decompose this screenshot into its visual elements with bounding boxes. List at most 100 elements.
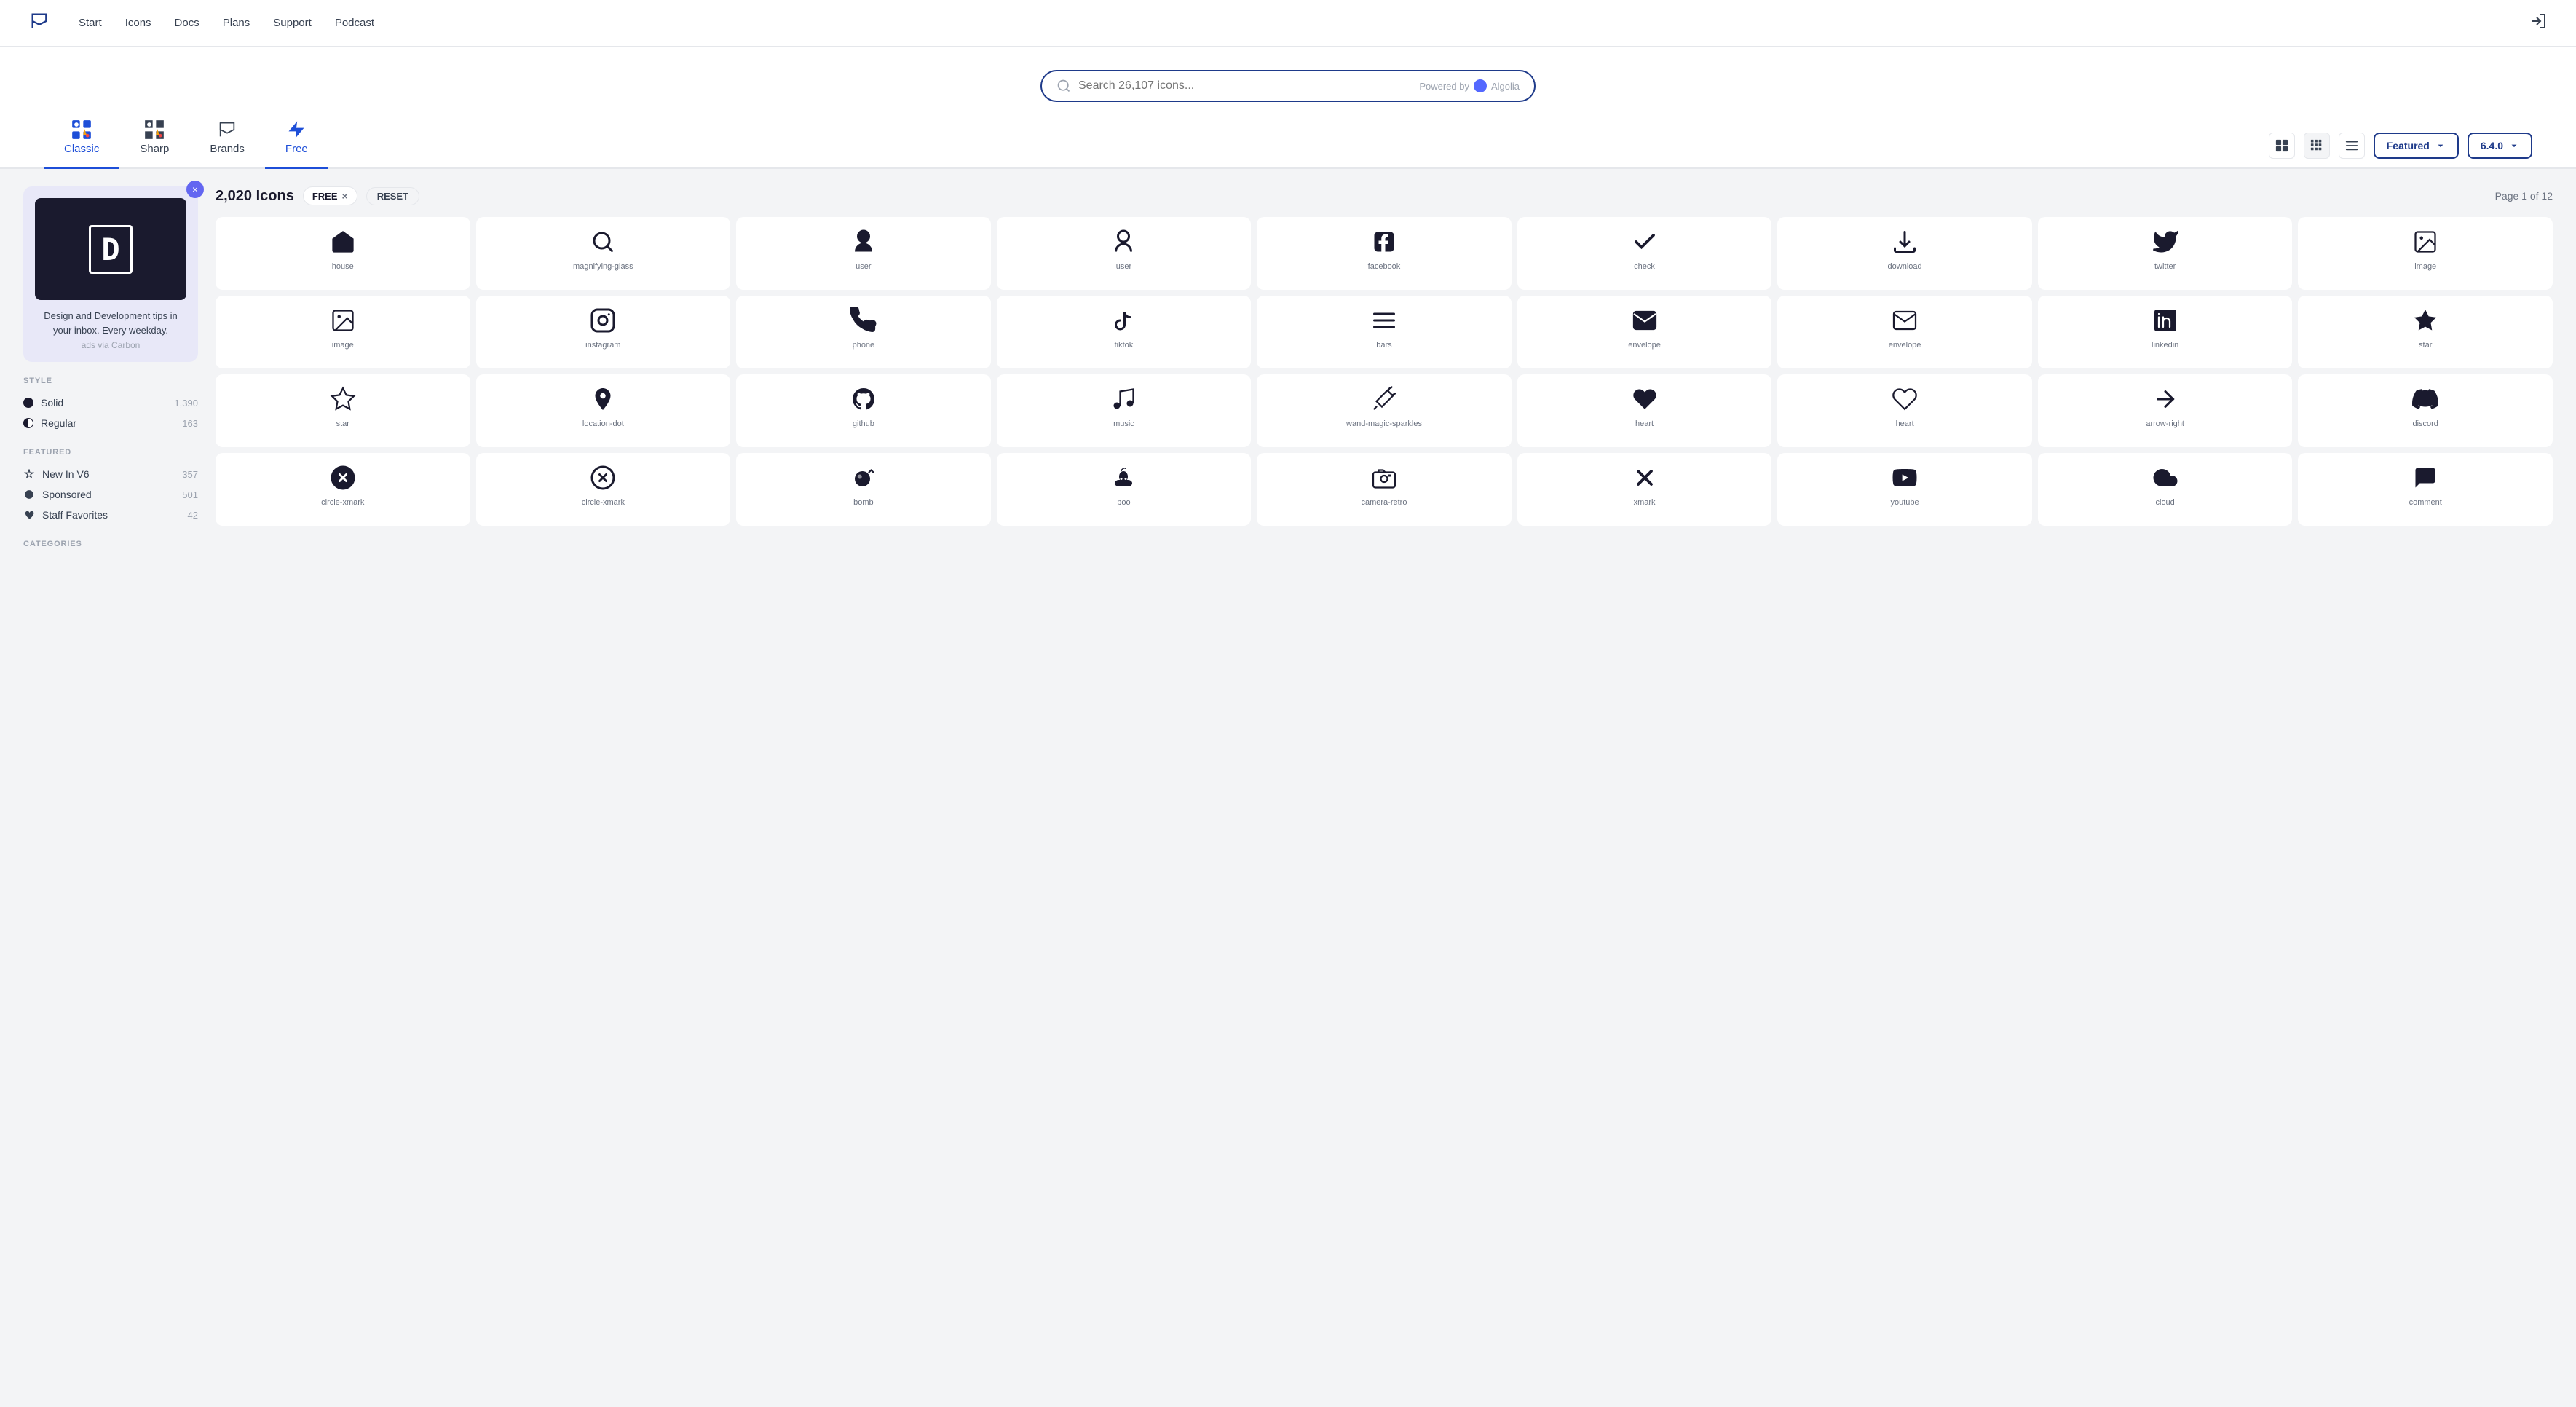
nav-login[interactable] [2529, 12, 2547, 34]
icon-card-house[interactable]: house [216, 217, 470, 290]
staff-favorites-icon [23, 509, 35, 521]
icon-label-check: check [1634, 262, 1655, 271]
icon-card-star-outline[interactable]: star [216, 374, 470, 447]
icon-card-heart-solid[interactable]: heart [1517, 374, 1772, 447]
icon-card-envelope[interactable]: envelope [1517, 296, 1772, 368]
icon-label-phone: phone [853, 341, 875, 350]
icon-card-arrow-right[interactable]: arrow-right [2038, 374, 2293, 447]
circle-xmark-icon [330, 465, 356, 491]
heart-solid-icon [1632, 386, 1658, 412]
ad-close-btn[interactable]: × [186, 181, 204, 198]
icon-label-discord: discord [2412, 419, 2438, 428]
sidebar-regular[interactable]: Regular 163 [23, 413, 198, 433]
search-icon [1056, 79, 1071, 93]
icon-card-cloud[interactable]: cloud [2038, 453, 2293, 526]
magnifying-glass-icon [590, 229, 616, 255]
nav-plans[interactable]: Plans [223, 17, 250, 29]
icons-header: 2,020 Icons FREE × RESET Page 1 of 12 [216, 186, 2553, 205]
icon-card-linkedin[interactable]: linkedin [2038, 296, 2293, 368]
download-icon [1892, 229, 1918, 255]
icon-card-user-solid[interactable]: user [736, 217, 991, 290]
version-dropdown-label: 6.4.0 [2481, 140, 2503, 151]
icon-card-circle-xmark[interactable]: circle-xmark [216, 453, 470, 526]
reset-btn[interactable]: RESET [366, 187, 419, 205]
icon-card-phone[interactable]: phone [736, 296, 991, 368]
icon-card-poo[interactable]: poo [997, 453, 1252, 526]
sharp-icon [144, 119, 165, 140]
icon-card-discord[interactable]: discord [2298, 374, 2553, 447]
view-grid-small-btn[interactable] [2304, 133, 2330, 159]
envelope-icon [1632, 307, 1658, 334]
star-outline-icon [330, 386, 356, 412]
icon-card-music[interactable]: music [997, 374, 1252, 447]
sponsored-icon [23, 489, 35, 500]
brands-icon [217, 119, 237, 140]
sidebar-staff-favorites[interactable]: Staff Favorites 42 [23, 505, 198, 525]
nav-podcast[interactable]: Podcast [335, 17, 374, 29]
icons-grid: house magnifying-glass user user faceboo… [216, 217, 2553, 526]
sidebar-featured-section: FEATURED New In V6 357 Sponsored 501 [23, 448, 198, 525]
icon-card-image[interactable]: image [2298, 217, 2553, 290]
logo[interactable] [29, 11, 50, 35]
ad-logo-text: D [89, 225, 132, 274]
view-list-btn[interactable] [2339, 133, 2365, 159]
icon-card-twitter[interactable]: twitter [2038, 217, 2293, 290]
icon-label-magnifying-glass: magnifying-glass [573, 262, 633, 271]
icon-card-image2[interactable]: image [216, 296, 470, 368]
icon-card-magnifying-glass[interactable]: magnifying-glass [476, 217, 731, 290]
version-dropdown-btn[interactable]: 6.4.0 [2468, 133, 2532, 159]
tab-sharp[interactable]: Sharp [119, 114, 189, 169]
search-input[interactable] [1078, 79, 1419, 92]
sort-chevron-icon [2435, 141, 2446, 151]
nav-icons[interactable]: Icons [125, 17, 151, 29]
icon-card-circle-xmark2[interactable]: circle-xmark [476, 453, 731, 526]
nav-support[interactable]: Support [273, 17, 312, 29]
sort-dropdown-btn[interactable]: Featured [2374, 133, 2459, 159]
icon-card-star-solid[interactable]: star [2298, 296, 2553, 368]
nav-start[interactable]: Start [79, 17, 102, 29]
icon-label-location-dot: location-dot [582, 419, 624, 428]
icon-card-github[interactable]: github [736, 374, 991, 447]
icon-card-bars[interactable]: bars [1257, 296, 1512, 368]
icon-card-xmark[interactable]: xmark [1517, 453, 1772, 526]
icon-label-twitter: twitter [2154, 262, 2176, 271]
filter-free-tag[interactable]: FREE × [303, 186, 357, 205]
sidebar-sponsored[interactable]: Sponsored 501 [23, 484, 198, 505]
sidebar-solid[interactable]: Solid 1,390 [23, 393, 198, 413]
icon-card-check[interactable]: check [1517, 217, 1772, 290]
icon-card-comment[interactable]: comment [2298, 453, 2553, 526]
icon-card-instagram[interactable]: instagram [476, 296, 731, 368]
sidebar-solid-label: Solid [41, 397, 63, 409]
sidebar-new-v6[interactable]: New In V6 357 [23, 464, 198, 484]
nav-docs[interactable]: Docs [175, 17, 199, 29]
icons-area: 2,020 Icons FREE × RESET Page 1 of 12 ho… [216, 186, 2553, 563]
icon-card-download[interactable]: download [1777, 217, 2032, 290]
icon-label-heart-outline: heart [1896, 419, 1914, 428]
icon-label-youtube: youtube [1891, 498, 1919, 507]
icon-card-bomb[interactable]: bomb [736, 453, 991, 526]
icon-card-envelope2[interactable]: envelope [1777, 296, 2032, 368]
icon-card-camera-retro[interactable]: camera-retro [1257, 453, 1512, 526]
icon-card-tiktok[interactable]: tiktok [997, 296, 1252, 368]
regular-dot [23, 418, 33, 428]
icon-card-youtube[interactable]: youtube [1777, 453, 2032, 526]
check-icon [1632, 229, 1658, 255]
icon-card-heart-outline[interactable]: heart [1777, 374, 2032, 447]
tab-classic[interactable]: Classic [44, 114, 119, 169]
icon-label-linkedin: linkedin [2152, 341, 2178, 350]
icon-label-github: github [853, 419, 874, 428]
view-grid-large-btn[interactable] [2269, 133, 2295, 159]
icon-label-star-outline: star [336, 419, 349, 428]
tab-free[interactable]: Free [265, 114, 328, 169]
sidebar-regular-label: Regular [41, 417, 76, 429]
icon-card-user-outline[interactable]: user [997, 217, 1252, 290]
icon-card-facebook[interactable]: facebook [1257, 217, 1512, 290]
new-v6-icon [23, 468, 35, 480]
icon-label-comment: comment [2409, 498, 2442, 507]
icon-label-bars: bars [1376, 341, 1391, 350]
tab-brands[interactable]: Brands [189, 114, 265, 169]
filter-free-remove[interactable]: × [342, 190, 348, 202]
envelope2-icon [1892, 307, 1918, 334]
icon-card-location-dot[interactable]: location-dot [476, 374, 731, 447]
icon-card-wand-magic-sparkles[interactable]: wand-magic-sparkles [1257, 374, 1512, 447]
